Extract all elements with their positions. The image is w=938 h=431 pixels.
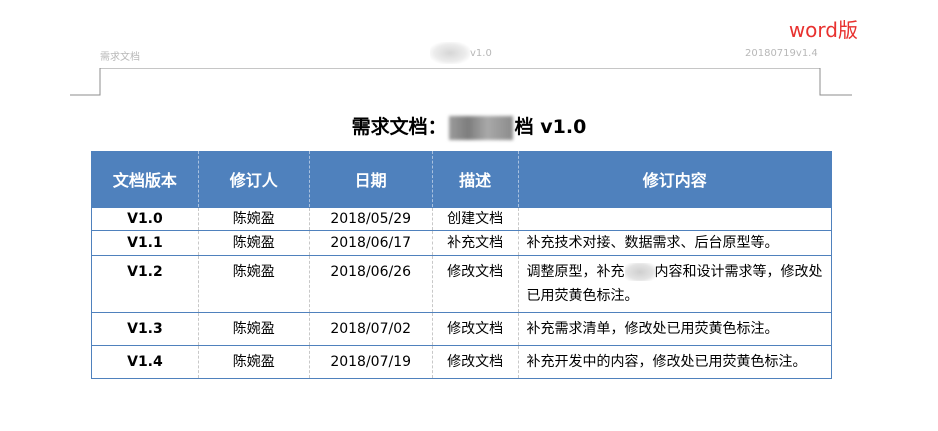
title-suffix: 档 v1.0: [514, 116, 587, 138]
document-title: 需求文档： 档 v1.0: [0, 112, 938, 140]
cell-content: 补充开发中的内容，修改处已用荧黄色标注。: [517, 345, 833, 379]
cell-date: 2018/07/02: [308, 312, 433, 346]
cell-author: 陈婉盈: [197, 255, 310, 313]
cell-description: 修改文档: [431, 345, 519, 379]
cell-description: 补充文档: [431, 230, 519, 256]
cell-description: 修改文档: [431, 255, 519, 313]
page-header-border: [70, 68, 852, 96]
revision-table: 文档版本 修订人 日期 描述 修订内容 V1.0 陈婉盈 2018/05/29 …: [91, 151, 833, 379]
cell-date: 2018/05/29: [308, 207, 433, 231]
redacted-cell-text: [624, 263, 655, 281]
header-description: 描述: [431, 151, 519, 208]
cell-description: 创建文档: [431, 207, 519, 231]
cell-date: 2018/06/17: [308, 230, 433, 256]
cell-version: V1.2: [91, 255, 199, 313]
table-row: V1.3 陈婉盈 2018/07/02 修改文档 补充需求清单，修改处已用荧黄色…: [91, 312, 833, 346]
table-row: V1.4 陈婉盈 2018/07/19 修改文档 补充开发中的内容，修改处已用荧…: [91, 345, 833, 379]
table-row: V1.0 陈婉盈 2018/05/29 创建文档: [91, 207, 833, 231]
cell-content: 补充技术对接、数据需求、后台原型等。: [517, 230, 833, 256]
cell-description: 修改文档: [431, 312, 519, 346]
page-header-right: 20180719v1.4: [745, 48, 818, 59]
cell-author: 陈婉盈: [197, 230, 310, 256]
header-author: 修订人: [197, 151, 310, 208]
cell-content: [517, 207, 833, 231]
page-header-left: 需求文档: [100, 52, 140, 63]
cell-version: V1.1: [91, 230, 199, 256]
cell-version: V1.0: [91, 207, 199, 231]
table-row: V1.2 陈婉盈 2018/06/26 修改文档 调整原型，补充 内容和设计需求等…: [91, 255, 833, 313]
header-date: 日期: [308, 151, 433, 208]
cell-version: V1.3: [91, 312, 199, 346]
header-content: 修订内容: [517, 151, 833, 208]
cell-author: 陈婉盈: [197, 207, 310, 231]
title-prefix: 需求文档：: [351, 116, 447, 138]
cell-content: 调整原型，补充 内容和设计需求等，修改处已用荧黄色标注。: [517, 255, 833, 313]
word-version-tag: word版: [788, 18, 858, 42]
cell-author: 陈婉盈: [197, 312, 310, 346]
cell-content: 补充需求清单，修改处已用荧黄色标注。: [517, 312, 833, 346]
redacted-header-text: [430, 42, 470, 64]
header-version: 文档版本: [91, 151, 199, 208]
cell-date: 2018/06/26: [308, 255, 433, 313]
cell-version: V1.4: [91, 345, 199, 379]
redacted-title-text: [448, 115, 513, 140]
table-row: V1.1 陈婉盈 2018/06/17 补充文档 补充技术对接、数据需求、后台原…: [91, 230, 833, 256]
page-header-middle: v1.0: [470, 48, 492, 59]
table-header-row: 文档版本 修订人 日期 描述 修订内容: [91, 151, 833, 208]
cell-date: 2018/07/19: [308, 345, 433, 379]
cell-author: 陈婉盈: [197, 345, 310, 379]
content-part-a: 调整原型，补充: [526, 264, 625, 280]
